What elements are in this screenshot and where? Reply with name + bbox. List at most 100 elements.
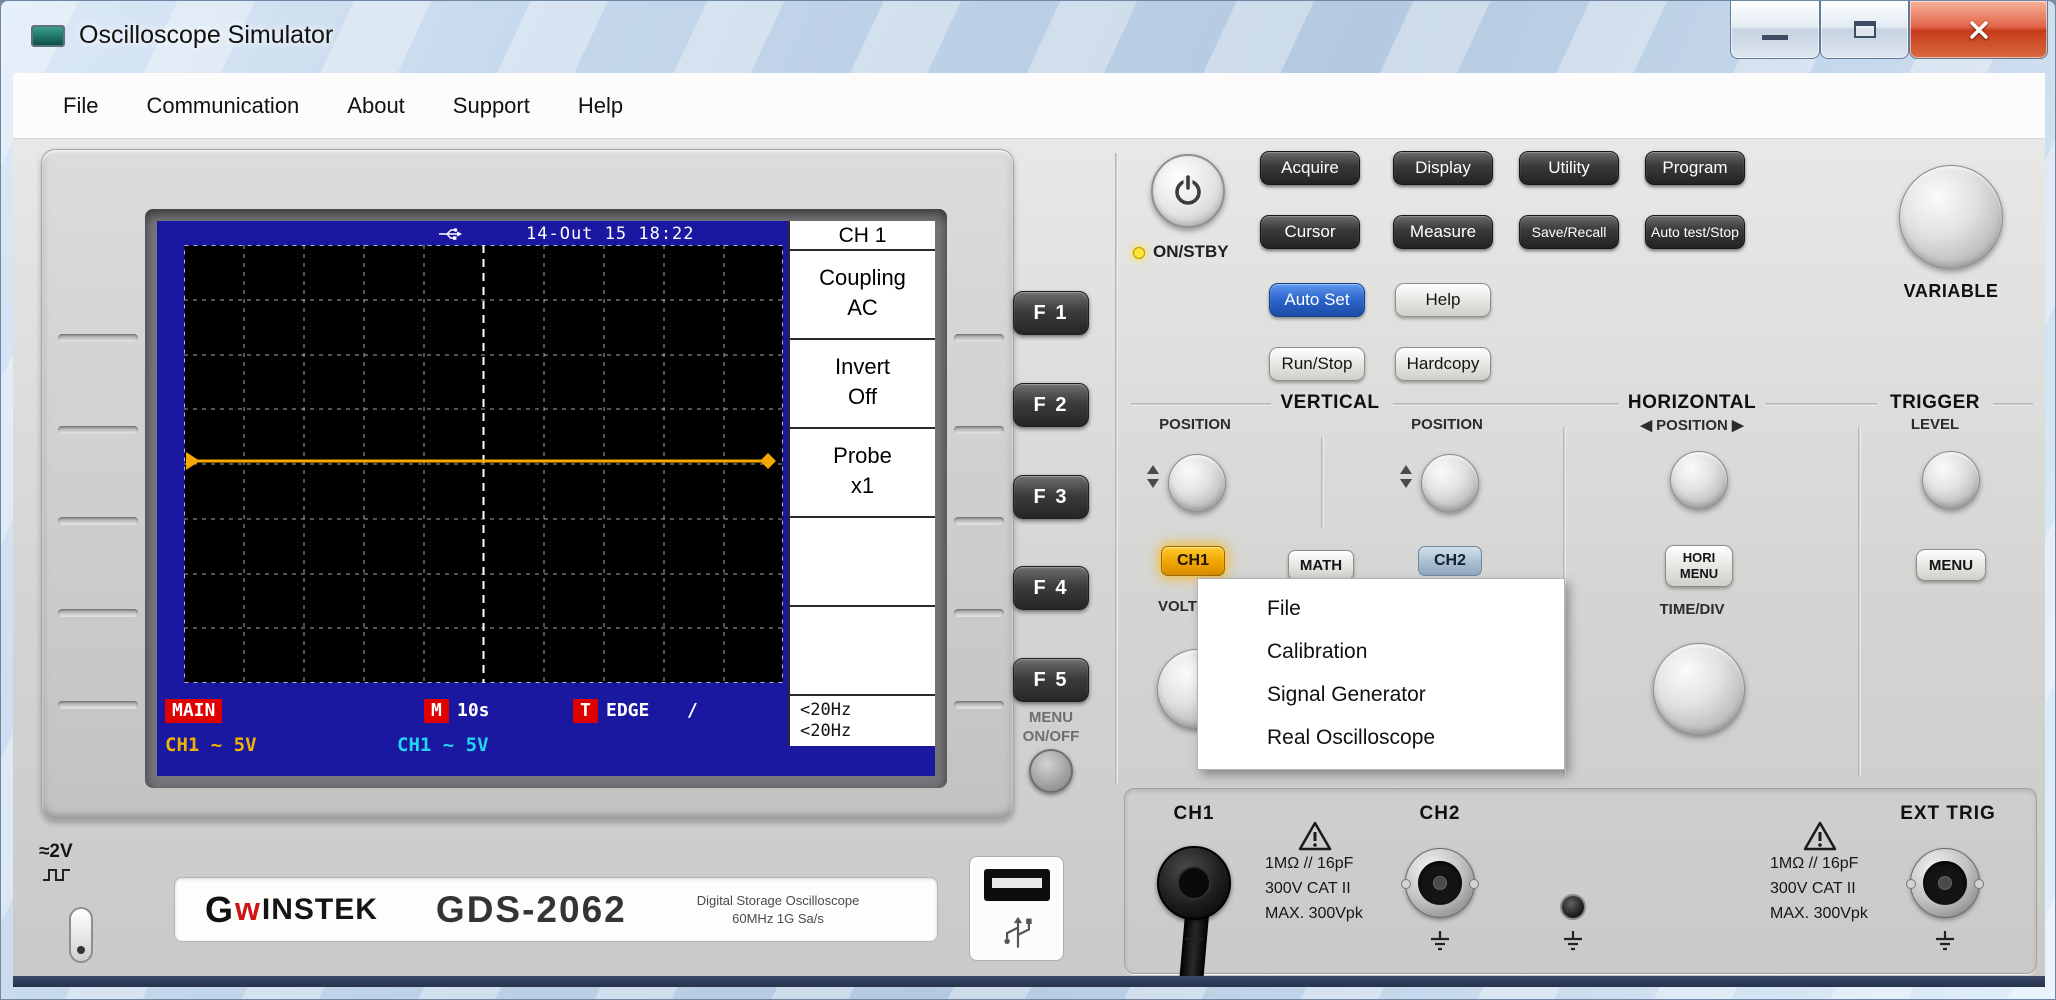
ext-trig-spec: 1MΩ // 16pF 300V CAT II MAX. 300Vpk — [1770, 851, 1868, 926]
hori-menu-button[interactable]: HORI MENU — [1665, 545, 1733, 587]
bezel-ridge — [954, 426, 1004, 434]
variable-label: VARIABLE — [1904, 281, 1999, 302]
soft-menu-cell-probe: Probe x1 — [790, 429, 935, 518]
cell-line: Off — [790, 382, 935, 412]
menu-help[interactable]: Help — [554, 93, 647, 119]
help-button[interactable]: Help — [1395, 283, 1491, 317]
ch1-position-label: POSITION — [1159, 416, 1231, 433]
bezel-ridge — [58, 701, 138, 709]
context-item-real-oscilloscope[interactable]: Real Oscilloscope — [1198, 716, 1564, 759]
up-arrow-icon — [1400, 465, 1412, 474]
menu-support[interactable]: Support — [429, 93, 554, 119]
trigger-level-knob[interactable] — [1922, 451, 1980, 509]
context-item-file[interactable]: File — [1198, 587, 1564, 630]
brand-logo-instek: INSTEK — [262, 893, 378, 927]
connector-panel: CH1 1MΩ // 16pF 300V CAT II MAX. 300Vpk … — [1124, 788, 2037, 974]
bezel-ridge — [954, 701, 1004, 709]
measure-button[interactable]: Measure — [1393, 215, 1493, 249]
ground-icon — [1561, 931, 1585, 951]
ext-trig-connector-label: EXT TRIG — [1900, 803, 1996, 825]
soft-menu-cell-coupling: Coupling AC — [790, 251, 935, 340]
ch1-position-arrows — [1147, 465, 1159, 488]
context-item-calibration[interactable]: Calibration — [1198, 630, 1564, 673]
time-div-knob[interactable] — [1653, 643, 1745, 735]
soft-menu-cell-empty1 — [790, 518, 935, 607]
maximize-button[interactable] — [1820, 1, 1909, 59]
trigger-slope: / — [687, 699, 698, 723]
status-row-2: CH1 ~ 5V CH1 ~ 5V — [157, 729, 788, 763]
menu-about[interactable]: About — [323, 93, 429, 119]
ch1-button[interactable]: CH1 — [1161, 546, 1225, 576]
f4-button[interactable]: F 4 — [1013, 566, 1089, 610]
main-badge: MAIN — [165, 699, 222, 723]
minimize-button[interactable] — [1730, 1, 1820, 59]
hardcopy-button[interactable]: Hardcopy — [1395, 347, 1491, 381]
autotest-stop-button[interactable]: Auto test/Stop — [1645, 215, 1745, 249]
f2-button[interactable]: F 2 — [1013, 383, 1089, 427]
hori-menu-line: HORI — [1683, 550, 1716, 566]
context-item-signal-generator[interactable]: Signal Generator — [1198, 673, 1564, 716]
ch1-position-knob[interactable] — [1168, 454, 1226, 512]
probe-comp-label: ≈2V — [39, 841, 73, 863]
power-button[interactable] — [1151, 154, 1225, 228]
ch1-connector-label: CH1 — [1173, 803, 1214, 825]
ext-trig-bnc-connector — [1910, 848, 1980, 918]
close-icon — [1967, 19, 1991, 41]
model-description: Digital Storage Oscilloscope 60MHz 1G Sa… — [697, 892, 860, 928]
save-recall-button[interactable]: Save/Recall — [1519, 215, 1619, 249]
spec-line: 300V CAT II — [1265, 876, 1363, 901]
bnc-pin — [1433, 876, 1447, 890]
freq-line: <20Hz — [800, 700, 935, 721]
cell-line: x1 — [790, 471, 935, 501]
down-arrow-icon — [1147, 479, 1159, 488]
menu-onoff-button[interactable] — [1029, 749, 1073, 793]
f5-button[interactable]: F 5 — [1013, 658, 1089, 702]
ch2-scale-readout: CH1 ~ 5V — [397, 734, 489, 756]
utility-button[interactable]: Utility — [1519, 151, 1619, 185]
ch2-position-knob[interactable] — [1421, 454, 1479, 512]
run-stop-button[interactable]: Run/Stop — [1269, 347, 1365, 381]
acquire-button[interactable]: Acquire — [1260, 151, 1360, 185]
cursor-button[interactable]: Cursor — [1260, 215, 1360, 249]
status-row-1: MAIN M 10s T EDGE / — [157, 697, 788, 727]
variable-knob[interactable] — [1899, 165, 2003, 269]
titlebar[interactable]: Oscilloscope Simulator — [1, 1, 2055, 73]
menu-communication[interactable]: Communication — [122, 93, 323, 119]
app-icon — [31, 25, 65, 47]
f1-button[interactable]: F 1 — [1013, 291, 1089, 335]
ch1-scale-readout: CH1 ~ 5V — [165, 734, 257, 756]
desc-line: Digital Storage Oscilloscope — [697, 892, 860, 910]
bezel-ridge — [954, 334, 1004, 342]
bezel-ridge — [954, 517, 1004, 525]
menu-file[interactable]: File — [39, 93, 122, 119]
window-title: Oscilloscope Simulator — [79, 21, 333, 50]
close-button[interactable] — [1909, 1, 2048, 59]
vertical-section-label: VERTICAL — [1281, 392, 1380, 414]
math-button[interactable]: MATH — [1288, 550, 1354, 580]
usb-trident-icon — [998, 913, 1038, 955]
horizontal-section-label: HORIZONTAL — [1628, 392, 1756, 414]
bnc-lug — [1401, 879, 1411, 889]
horizontal-position-knob[interactable] — [1670, 451, 1728, 509]
ch2-connector-label: CH2 — [1419, 803, 1460, 825]
scope-screen: 14-Out 15 18:22 — [157, 221, 935, 776]
display-button[interactable]: Display — [1393, 151, 1493, 185]
power-icon — [1171, 174, 1205, 208]
app-window: Oscilloscope Simulator File Communicatio… — [0, 0, 2056, 1000]
spec-line: 300V CAT II — [1770, 876, 1868, 901]
brand-logo-w: w — [235, 891, 260, 928]
ground-jack — [1560, 894, 1586, 920]
program-button[interactable]: Program — [1645, 151, 1745, 185]
usb-icon — [437, 227, 463, 241]
screen-soft-menu: CH 1 Coupling AC Invert Off Probe x1 — [788, 221, 935, 746]
trigger-menu-button[interactable]: MENU — [1916, 549, 1986, 581]
f3-button[interactable]: F 3 — [1013, 475, 1089, 519]
autoset-button[interactable]: Auto Set — [1269, 283, 1365, 317]
freq-line: <20Hz — [800, 721, 935, 742]
ch2-button[interactable]: CH2 — [1418, 546, 1482, 576]
oscilloscope-front-panel: 14-Out 15 18:22 — [13, 139, 2045, 987]
cell-line: Invert — [790, 352, 935, 382]
power-label: ON/STBY — [1153, 242, 1229, 262]
panel-bottom-trim — [13, 976, 2045, 987]
square-wave-icon — [41, 867, 75, 883]
